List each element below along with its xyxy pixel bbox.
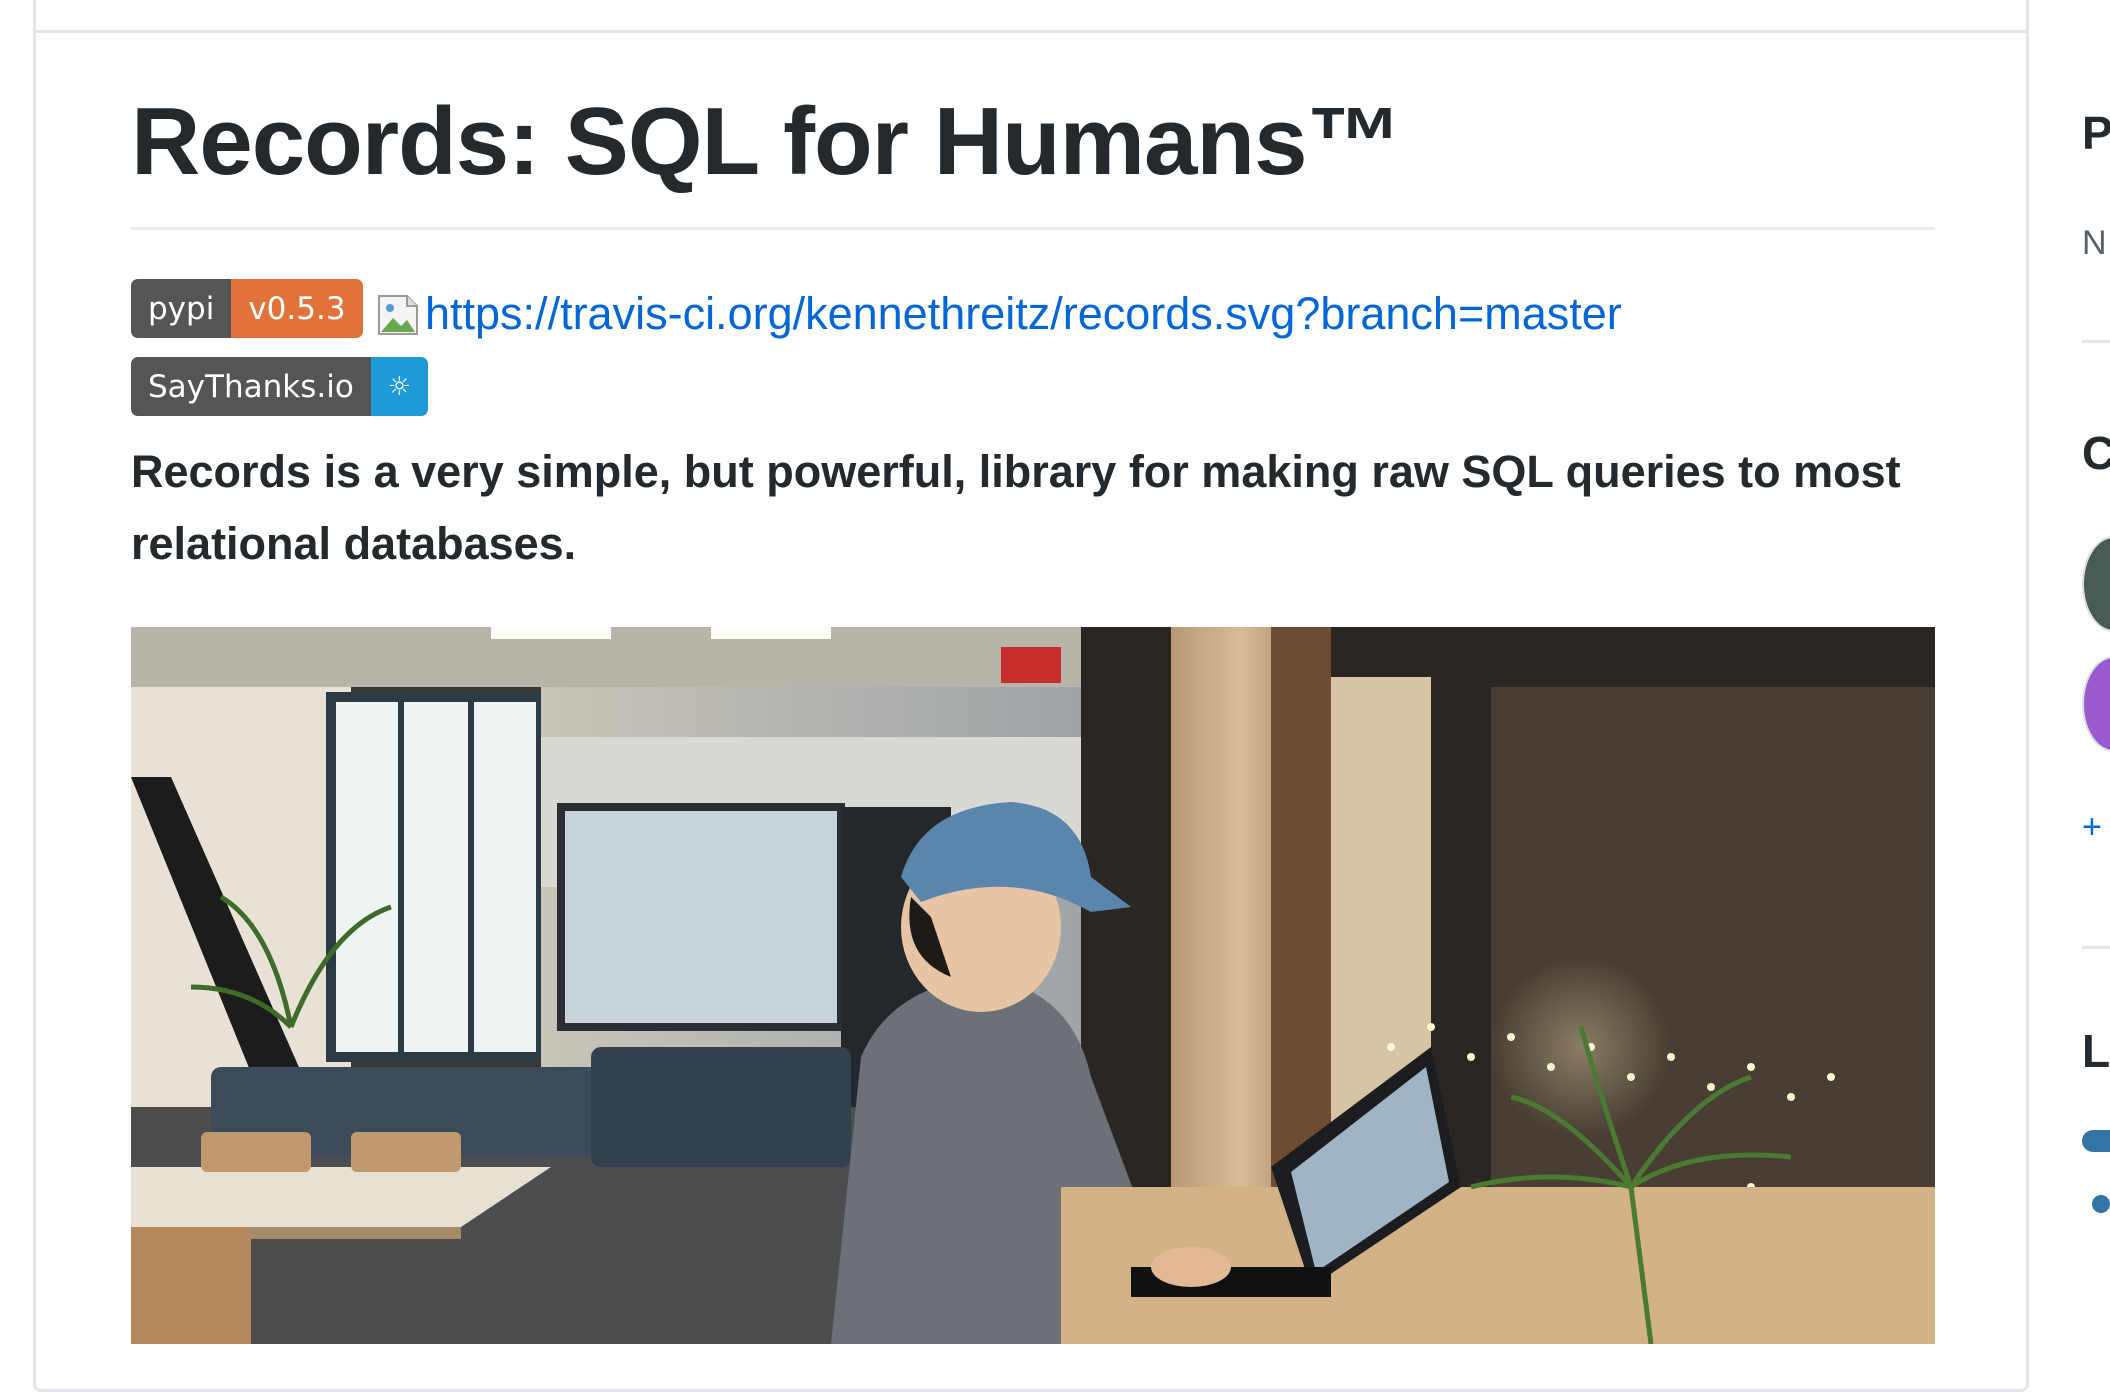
language-dot-icon xyxy=(2092,1195,2110,1213)
contributor-avatar[interactable] xyxy=(2082,536,2110,632)
sidebar-divider-2 xyxy=(2082,946,2110,949)
sidebar-heading-3: L xyxy=(2082,1025,2110,1077)
readme-description: Records is a very simple, but powerful, … xyxy=(131,446,1901,569)
contributor-avatar[interactable] xyxy=(2082,656,2110,752)
travis-badge-link[interactable]: https://travis-ci.org/kennethreitz/recor… xyxy=(425,284,1622,344)
sidebar-divider-1 xyxy=(2082,340,2110,343)
readme-header-divider xyxy=(36,30,2026,33)
hero-photo xyxy=(131,627,1935,1344)
pypi-badge[interactable]: pypi v0.5.3 xyxy=(131,279,363,338)
readme-title: Records: SQL for Humans™ xyxy=(131,88,1402,195)
travis-badge[interactable]: https://travis-ci.org/kennethreitz/recor… xyxy=(377,284,1622,344)
saythanks-badge[interactable]: SayThanks.io ☼ xyxy=(131,357,429,416)
saythanks-badge-label: SayThanks.io xyxy=(131,357,371,416)
pypi-badge-version: v0.5.3 xyxy=(231,279,363,338)
pypi-badge-label: pypi xyxy=(131,279,232,338)
language-bar xyxy=(2082,1130,2110,1152)
broken-image-icon xyxy=(377,294,421,336)
sidebar-heading-2: C xyxy=(2082,427,2110,479)
title-divider xyxy=(131,227,1935,230)
sidebar-heading-1: P xyxy=(2082,107,2110,159)
sidebar-text-1: N xyxy=(2082,224,2107,262)
more-contributors-link[interactable]: + xyxy=(2082,808,2102,847)
saythanks-badge-icon: ☼ xyxy=(370,357,429,416)
right-sidebar: P N C + L xyxy=(2082,0,2110,1344)
